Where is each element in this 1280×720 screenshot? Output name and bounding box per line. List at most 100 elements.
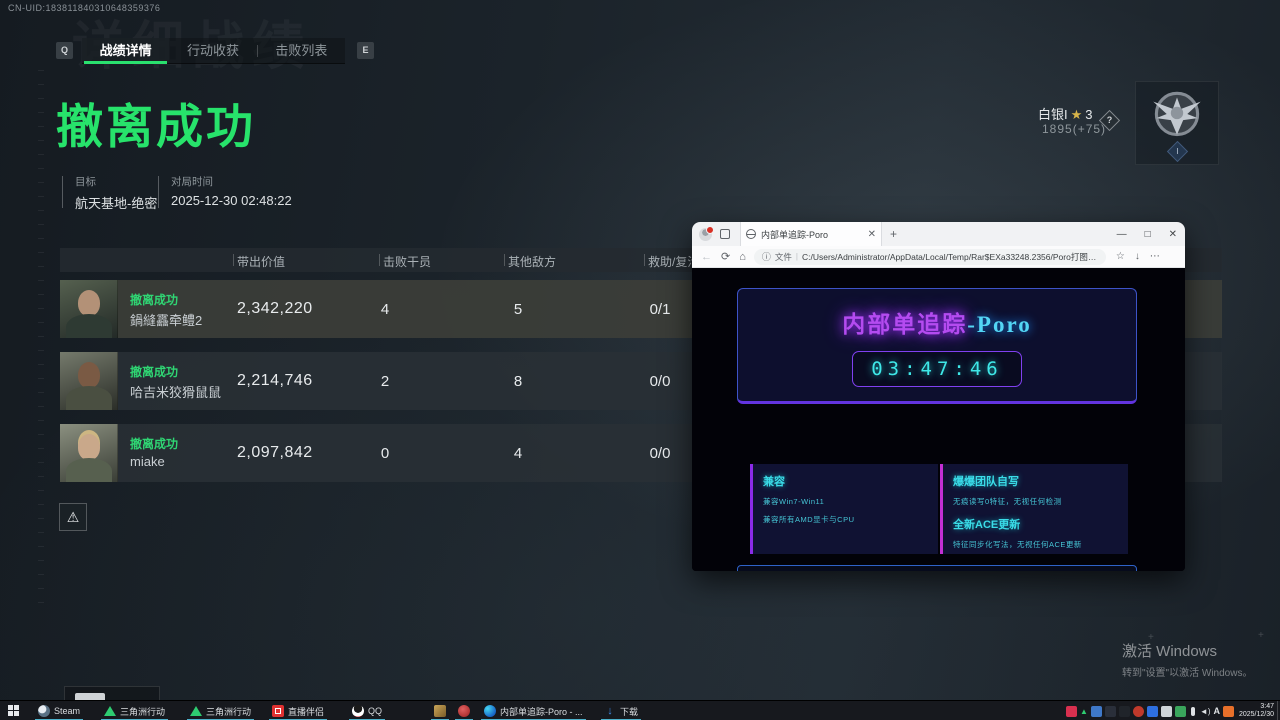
rank-badge-eagle-icon xyxy=(1144,86,1210,144)
delta-force-icon xyxy=(190,706,202,716)
row-other-enemies: 8 xyxy=(498,373,538,390)
timer-value: 03:47:46 xyxy=(871,358,1003,380)
tab-close-icon[interactable]: ✕ xyxy=(864,229,876,240)
column-divider xyxy=(504,254,505,266)
taskbar-clock[interactable]: 3:47 2025/12/30 xyxy=(1239,703,1274,719)
row-operator-kills: 4 xyxy=(365,301,405,318)
browser-tab[interactable]: 内部单追踪-Poro ✕ xyxy=(740,222,882,246)
report-warning-button[interactable]: ⚠ xyxy=(59,503,87,531)
download-arrow-icon: ↓ xyxy=(604,705,616,717)
divider xyxy=(158,176,159,208)
tab-kill-list[interactable]: 击败列表 xyxy=(258,38,345,63)
tray-steam-icon[interactable] xyxy=(1091,706,1102,717)
live-companion-icon xyxy=(272,705,284,717)
tray-app-icon[interactable] xyxy=(1161,706,1172,717)
page-footer-disclaimer: 仅供学习交流使用 | 本界面仅为展示示例 xyxy=(737,565,1137,571)
row-operator-kills: 2 xyxy=(365,373,405,390)
star-icon: ★ xyxy=(1068,107,1086,122)
tray-shield-icon[interactable] xyxy=(1105,706,1116,717)
tab-battle-details[interactable]: 战绩详情 xyxy=(82,38,169,63)
bookmark-icon[interactable]: ☆ xyxy=(1116,251,1125,262)
tray-app-icon[interactable] xyxy=(1133,706,1144,717)
column-divider xyxy=(644,254,645,266)
rank-star-count: 3 xyxy=(1085,107,1092,122)
delta-force-icon xyxy=(104,706,116,716)
address-bar[interactable]: ⓘ 文件 | C:/Users/Administrator/AppData/Lo… xyxy=(754,249,1106,265)
start-button[interactable] xyxy=(8,705,20,717)
row-operator-kills: 0 xyxy=(365,445,405,462)
match-time-info: 对局时间 2025-12-30 02:48:22 xyxy=(158,174,292,208)
minimize-button[interactable]: — xyxy=(1117,229,1127,240)
ime-indicator[interactable]: A xyxy=(1214,706,1221,717)
tray-delta-icon[interactable]: ▲ xyxy=(1080,706,1088,717)
browser-toolbar: ← ⟳ ⌂ ⓘ 文件 | C:/Users/Administrator/AppD… xyxy=(692,246,1185,268)
browser-page-content: 内部单追踪-Poro 03:47:46 兼容 兼容Win7-Win11 兼容所有… xyxy=(692,268,1185,571)
rank-points: 1895(+75) xyxy=(1042,122,1106,136)
new-tab-button[interactable]: + xyxy=(890,227,897,241)
hotkey-e-badge: E xyxy=(357,42,374,59)
taskbar-item-qq[interactable]: QQ xyxy=(348,701,386,720)
tray-recorder-icon[interactable] xyxy=(1066,706,1077,717)
taskbar-item-live-companion[interactable]: 直播伴侣 xyxy=(268,701,328,720)
row-extract-value: 2,214,746 xyxy=(237,372,313,390)
match-time-value: 2025-12-30 02:48:22 xyxy=(158,193,292,208)
feature-card-updates: 爆爆团队自写 无痕读写0特征，无视任何检测 全新ACE更新 特征同步化写法，无视… xyxy=(940,464,1128,554)
rank-badge[interactable]: I xyxy=(1135,81,1219,165)
tray-app-icon[interactable] xyxy=(1223,706,1234,717)
microphone-icon[interactable] xyxy=(1191,707,1195,716)
row-status: 撤离成功 xyxy=(130,291,178,308)
clock-date: 2025/12/30 xyxy=(1239,711,1274,719)
download-icon[interactable]: ↓ xyxy=(1135,251,1140,262)
column-divider xyxy=(233,254,234,266)
row-player-name: miake xyxy=(130,454,165,469)
result-title: 撤离成功 xyxy=(56,88,256,157)
hotkey-q-badge: Q xyxy=(56,42,73,59)
crosshair-decoration: + xyxy=(1258,630,1264,641)
badge-numeral-diamond: I xyxy=(1167,141,1188,162)
tray-app-icon[interactable] xyxy=(1147,706,1158,717)
steam-icon xyxy=(38,705,50,717)
browser-profile-icon[interactable] xyxy=(699,228,712,241)
app-icon xyxy=(458,705,470,717)
objective-info: 目标 航天基地-绝密 xyxy=(62,174,157,212)
objective-value: 航天基地-绝密 xyxy=(62,193,157,212)
neon-hero-panel: 内部单追踪-Poro 03:47:46 xyxy=(737,288,1137,404)
screen: 详细战绩 + + CN-UID:183811840310648359376 Q … xyxy=(0,0,1280,720)
taskbar-item-app-gold[interactable] xyxy=(430,701,450,720)
tray-app-icon[interactable] xyxy=(1119,706,1130,717)
taskbar-item-steam[interactable]: Steam xyxy=(34,701,84,720)
more-menu-icon[interactable]: ⋯ xyxy=(1150,251,1160,262)
maximize-button[interactable]: □ xyxy=(1145,229,1151,240)
rank-tier: 白银I★3 xyxy=(1038,104,1093,123)
card-line: 兼容所有AMD显卡与CPU xyxy=(763,514,928,525)
taskbar-item-edge-poro[interactable]: 内部单追踪-Poro - ... xyxy=(480,701,587,720)
browser-tab-title: 内部单追踪-Poro xyxy=(761,228,864,241)
close-button[interactable]: ✕ xyxy=(1169,229,1177,240)
card-line: 无痕读写0特征，无视任何检测 xyxy=(953,496,1118,507)
row-other-enemies: 5 xyxy=(498,301,538,318)
tab-search-icon[interactable] xyxy=(720,229,730,239)
column-header-kills: 击败干员 xyxy=(383,253,431,270)
refresh-button[interactable]: ⟳ xyxy=(721,250,730,263)
speaker-icon[interactable]: ◄) xyxy=(1200,706,1211,717)
feature-card-compatibility: 兼容 兼容Win7-Win11 兼容所有AMD显卡与CPU xyxy=(750,464,938,554)
taskbar-item-app-red[interactable] xyxy=(454,701,474,720)
taskbar-item-delta-force-1[interactable]: 三角洲行动 xyxy=(100,701,169,720)
results-tabs: 战绩详情 行动收获 击败列表 xyxy=(82,38,345,64)
warning-icon: ⚠ xyxy=(67,509,80,525)
player-avatar xyxy=(60,352,118,410)
match-time-label: 对局时间 xyxy=(158,174,292,189)
windows-activation-watermark: 激活 Windows 转到"设置"以激活 Windows。 xyxy=(1122,640,1252,679)
windows-taskbar: Steam 三角洲行动 三角洲行动 直播伴侣 QQ 内部单追踪-Poro - .… xyxy=(0,700,1280,720)
home-button[interactable]: ⌂ xyxy=(739,251,746,263)
page-title: 内部单追踪-Poro xyxy=(738,305,1136,339)
back-button[interactable]: ← xyxy=(701,251,712,263)
taskbar-item-delta-force-2[interactable]: 三角洲行动 xyxy=(186,701,255,720)
browser-titlebar[interactable]: 内部单追踪-Poro ✕ + — □ ✕ xyxy=(692,222,1185,246)
tray-app-icon[interactable] xyxy=(1175,706,1186,717)
taskbar-item-downloads[interactable]: ↓ 下载 xyxy=(600,701,642,720)
tab-action-loot[interactable]: 行动收获 xyxy=(169,38,256,63)
row-status: 撤离成功 xyxy=(130,363,178,380)
column-header-value: 带出价值 xyxy=(237,253,285,270)
qq-icon xyxy=(352,705,364,717)
